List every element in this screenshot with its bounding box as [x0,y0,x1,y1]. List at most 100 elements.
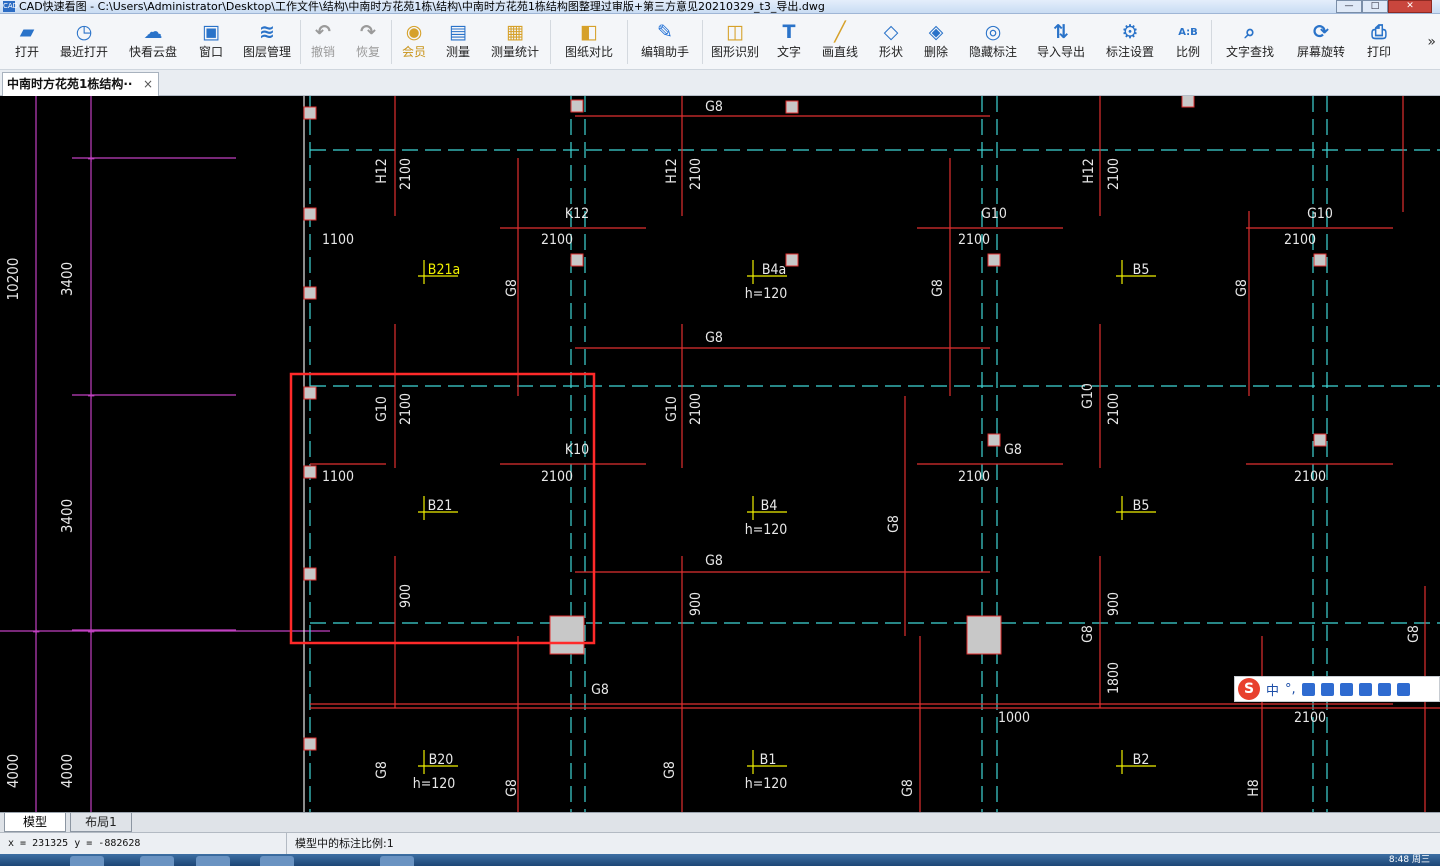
microphone-icon[interactable] [1320,682,1334,696]
skin-icon[interactable] [1377,682,1391,696]
drawing-label: G10 [1080,383,1096,409]
layers-button[interactable]: ≋ 图层管理 [234,14,300,70]
taskbar-button[interactable] [196,856,230,866]
dimension-label: 3400 [58,499,76,533]
mark-settings-icon: ⚙ [1121,21,1139,43]
keyboard-icon[interactable] [1339,682,1353,696]
main-toolbar: ▰ 打开 ◷ 最近打开 ☁ 快看云盘 ▣ 窗口 ≋ 图层管理 ↶ 撤销 ↷ 恢复 ◉ 会员 ▤ 测量 ▦ 测量统计 ◧ 图… [0,14,1440,70]
cloud-label: 快看云盘 [128,45,177,59]
taskbar-button[interactable] [380,856,414,866]
sogou-logo-icon: S [1238,678,1260,700]
open-button[interactable]: ▰ 打开 [4,14,50,70]
shape-recog-button[interactable]: ◫ 图形识别 [703,14,767,70]
column-marker [987,253,1001,267]
minimize-button[interactable]: — [1336,0,1362,13]
rotate-button[interactable]: ⟳ 屏幕旋转 [1288,14,1354,70]
column-marker [303,567,317,581]
close-button[interactable]: ✕ [1388,0,1432,13]
toolbox-icon[interactable] [1358,682,1372,696]
ime-menu-icon[interactable] [1396,682,1410,696]
tab-layout1[interactable]: 布局1 [70,813,132,832]
drawing-label: 900 [398,584,414,608]
text-find-button[interactable]: ⌕ 文字查找 [1212,14,1288,70]
import-export-button[interactable]: ⇅ 导入导出 [1027,14,1095,70]
redo-label: 恢复 [355,45,380,59]
tab-model[interactable]: 模型 [4,813,66,832]
dimension-label: 10200 [4,258,22,301]
drawing-label: K10 [565,442,589,458]
document-tab[interactable]: 中南时方花苑1栋结构·· × [2,72,159,96]
measure-stats-button[interactable]: ▦ 测量统计 [480,14,550,70]
print-button[interactable]: ⎙ 打印 [1354,14,1404,70]
undo-button[interactable]: ↶ 撤销 [301,14,345,70]
drawing-label: h=120 [745,522,788,538]
toolbar-overflow-icon[interactable]: » [1427,34,1436,50]
column-marker [570,99,584,113]
column-marker [303,106,317,120]
ratio-button[interactable]: A:B 比例 [1165,14,1211,70]
drawing-label: G8 [374,761,390,779]
drawing-label: K12 [565,206,589,222]
hide-marks-label: 隐藏标注 [968,45,1017,59]
dimension-tick: + [32,627,40,638]
history-icon: ◷ [75,21,93,43]
dimension-label: 3400 [58,262,76,296]
measure-button[interactable]: ▤ 测量 [436,14,480,70]
taskbar-button[interactable] [260,856,294,866]
drawing-label: h=120 [413,776,456,792]
drawing-label: 2100 [1284,232,1316,248]
drawing-label: 2100 [958,469,990,485]
emoji-icon[interactable] [1301,682,1315,696]
window-button[interactable]: ▣ 窗口 [188,14,234,70]
measure-label: 测量 [445,45,470,59]
drawing-label: 2100 [1294,469,1326,485]
drawing-canvas[interactable]: + + + +10200 3400 3400 4000 4000 G8 H12 2100 H12 210… [0,96,1440,812]
drawing-label: 2100 [958,232,990,248]
drawing-label: G8 [1004,442,1022,458]
hide-marks-button[interactable]: ◎ 隐藏标注 [959,14,1027,70]
taskbar-button[interactable] [140,856,174,866]
rotate-label: 屏幕旋转 [1296,45,1345,59]
maximize-button[interactable]: □ [1362,0,1388,13]
delete-label: 删除 [923,45,948,59]
text-button[interactable]: T 文字 [767,14,811,70]
compare-button[interactable]: ◧ 图纸对比 [551,14,627,70]
delete-button[interactable]: ◈ 删除 [913,14,959,70]
text-label: 文字 [776,45,801,59]
window-title: CAD快速看图 - C:\Users\Administrator\Desktop… [19,0,825,13]
vip-button[interactable]: ◉ 会员 [392,14,436,70]
cad-drawing[interactable]: + + + +10200 3400 3400 4000 4000 G8 H12 2100 H12 210… [0,96,1440,812]
cloud-icon: ☁ [143,21,163,43]
window-label: 窗口 [198,45,223,59]
drawing-label: G8 [504,279,520,297]
drawing-label: H12 [664,158,680,184]
folder-icon: ▰ [19,21,35,43]
taskbar-button[interactable] [70,856,104,866]
shape-button[interactable]: ◇ 形状 [869,14,913,70]
column-marker [303,207,317,221]
drawing-label: G8 [662,761,678,779]
tab-close-icon[interactable]: × [143,73,153,95]
line-button[interactable]: ╱ 画直线 [811,14,869,70]
ime-punctuation[interactable]: °, [1285,682,1296,697]
drawing-label: 2100 [398,158,414,190]
drawing-label: 2100 [1294,710,1326,726]
edit-helper-button[interactable]: ✎ 编辑助手 [628,14,702,70]
document-tab-label: 中南时方花苑1栋结构·· [7,77,133,91]
vip-label: 会员 [401,45,426,59]
recent-button[interactable]: ◷ 最近打开 [50,14,118,70]
dimension-tick: + [87,391,95,402]
redo-button[interactable]: ↷ 恢复 [345,14,391,70]
drawing-label: 2100 [541,232,573,248]
mark-settings-button[interactable]: ⚙ 标注设置 [1095,14,1165,70]
drawing-label: 2100 [1106,393,1122,425]
ime-mode[interactable]: 中 [1266,680,1279,699]
ime-toolbar[interactable]: S 中 °, [1234,676,1440,702]
compare-icon: ◧ [580,21,598,43]
column-marker [303,737,317,751]
dimension-label: 4000 [58,754,76,788]
shape-icon: ◇ [883,21,899,43]
cloud-button[interactable]: ☁ 快看云盘 [118,14,188,70]
compare-label: 图纸对比 [564,45,613,59]
text-search-icon: ⌕ [1244,21,1256,43]
